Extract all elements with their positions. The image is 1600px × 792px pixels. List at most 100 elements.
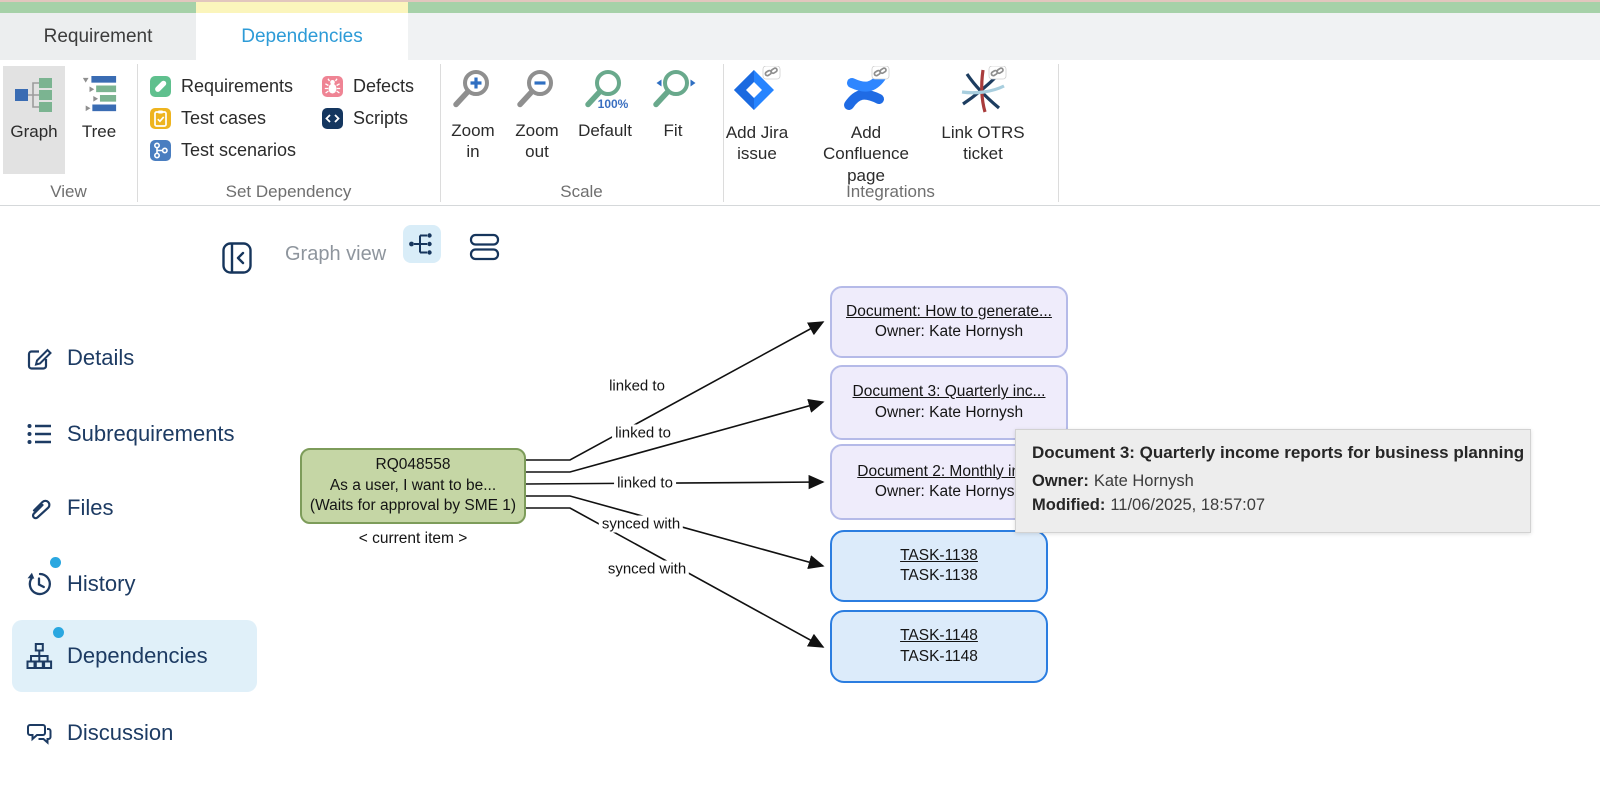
- link-badge-icon: [872, 66, 889, 79]
- confluence-icon: [841, 66, 891, 116]
- node-title-link[interactable]: Document: How to generate...: [846, 302, 1052, 322]
- ribbon-tab-bar: Requirement Dependencies: [0, 13, 1600, 60]
- active-tab-strip-yellow: [196, 2, 408, 13]
- current-node-summary: As a user, I want to be...: [330, 476, 496, 496]
- node-subtitle: Owner: Kate Hornysh: [875, 322, 1023, 342]
- sidebar-item-history[interactable]: History: [12, 561, 257, 607]
- zoom-out-button[interactable]: Zoom out: [506, 68, 568, 163]
- jira-icon: [732, 66, 782, 116]
- node-hover-tooltip: Document 3: Quarterly income reports for…: [1015, 429, 1531, 533]
- node-subtitle: Owner: Kate Hornysh: [875, 482, 1023, 502]
- mindmap-layout-icon: [407, 229, 437, 259]
- requirements-icon: [150, 76, 171, 97]
- test-scenarios-label: Test scenarios: [181, 140, 296, 161]
- group-label-view: View: [0, 182, 137, 202]
- sidebar-item-label: Files: [67, 495, 113, 521]
- group-label-integrations: Integrations: [723, 182, 1058, 202]
- node-title-link[interactable]: Document 2: Monthly inc...: [857, 462, 1041, 482]
- edge-linked-to-2: [526, 402, 823, 472]
- layout-list-toggle[interactable]: [466, 228, 504, 266]
- app-window: Requirement Dependencies Graph: [0, 0, 1600, 792]
- tooltip-owner-label: Owner:: [1032, 472, 1089, 490]
- subrequirements-icon: [25, 420, 53, 448]
- sidebar-item-subrequirements[interactable]: Subrequirements: [12, 412, 257, 456]
- tooltip-modified-row: Modified:11/06/2025, 18:57:07: [1032, 496, 1514, 515]
- dependency-node-task-1148[interactable]: TASK-1148 TASK-1148: [830, 610, 1048, 683]
- dependency-node-document-1[interactable]: Document: How to generate... Owner: Kate…: [830, 286, 1068, 358]
- test-cases-label: Test cases: [181, 108, 266, 129]
- defects-label: Defects: [353, 76, 414, 97]
- current-requirement-node[interactable]: RQ048558 As a user, I want to be... (Wai…: [300, 448, 526, 524]
- edge-label: linked to: [612, 425, 674, 442]
- tab-dependencies[interactable]: Dependencies: [196, 13, 408, 60]
- add-jira-issue-button[interactable]: Add Jira issue: [714, 66, 800, 165]
- zoom-out-icon: [513, 68, 561, 116]
- zoom-out-label: Zoom out: [511, 120, 563, 163]
- group-label-set-dependency: Set Dependency: [137, 182, 440, 202]
- graph-view-button[interactable]: Graph: [3, 66, 65, 174]
- link-badge-icon: [989, 66, 1006, 79]
- zoom-in-icon: [449, 68, 497, 116]
- tab-requirement[interactable]: Requirement: [0, 13, 196, 60]
- node-subtitle: Owner: Kate Hornysh: [875, 403, 1023, 423]
- edge-label: linked to: [614, 475, 676, 492]
- link-otrs-ticket-button[interactable]: Link OTRS ticket: [933, 66, 1033, 165]
- zoom-default-button[interactable]: 100% Default: [572, 68, 638, 141]
- group-label-scale: Scale: [440, 182, 723, 202]
- zoom-fit-label: Fit: [664, 120, 683, 141]
- graph-view-title: Graph view: [285, 243, 386, 266]
- group-separator: [1058, 64, 1059, 202]
- link-otrs-ticket-label: Link OTRS ticket: [935, 122, 1031, 165]
- tooltip-title: Document 3: Quarterly income reports for…: [1032, 443, 1514, 463]
- graph-button-label: Graph: [10, 122, 57, 142]
- node-subtitle: TASK-1138: [900, 566, 978, 586]
- scripts-icon: [322, 108, 343, 129]
- set-dependency-defects[interactable]: Defects: [322, 74, 414, 98]
- sidebar-item-label: History: [67, 571, 135, 597]
- zoom-in-button[interactable]: Zoom in: [442, 68, 504, 163]
- tree-icon: [80, 76, 118, 114]
- set-dependency-scripts[interactable]: Scripts: [322, 106, 408, 130]
- details-icon: [25, 344, 53, 372]
- add-confluence-page-label: Add Confluence page: [806, 122, 926, 186]
- sidebar-item-dependencies[interactable]: Dependencies: [12, 620, 257, 692]
- sidebar-item-label: Subrequirements: [67, 421, 235, 447]
- history-icon: [25, 570, 53, 598]
- sidebar-item-label: Dependencies: [67, 643, 208, 669]
- current-item-caption: < current item >: [359, 530, 468, 548]
- node-title-link[interactable]: TASK-1138: [900, 546, 978, 566]
- graph-icon: [14, 76, 54, 114]
- tooltip-modified-label: Modified:: [1032, 496, 1105, 514]
- zoom-in-label: Zoom in: [447, 120, 499, 163]
- edge-label: synced with: [605, 561, 689, 578]
- zoom-fit-icon: [649, 68, 697, 116]
- add-jira-issue-label: Add Jira issue: [716, 122, 798, 165]
- tooltip-owner-row: Owner:Kate Hornysh: [1032, 472, 1514, 491]
- discussion-icon: [25, 719, 53, 747]
- add-confluence-page-button[interactable]: Add Confluence page: [804, 66, 928, 186]
- set-dependency-test-scenarios[interactable]: Test scenarios: [150, 138, 296, 162]
- collapse-panel-button[interactable]: [222, 242, 252, 274]
- sidebar-item-label: Discussion: [67, 720, 173, 746]
- link-badge-icon: [763, 66, 780, 79]
- history-badge-dot: [50, 557, 61, 568]
- list-layout-icon: [469, 232, 501, 262]
- tree-view-button[interactable]: Tree: [70, 66, 128, 174]
- set-dependency-test-cases[interactable]: Test cases: [150, 106, 266, 130]
- sidebar-item-discussion[interactable]: Discussion: [12, 711, 257, 755]
- node-title-link[interactable]: Document 3: Quarterly inc...: [853, 382, 1046, 402]
- scripts-label: Scripts: [353, 108, 408, 129]
- layout-mindmap-toggle[interactable]: [403, 225, 441, 263]
- sidebar-item-files[interactable]: Files: [12, 486, 257, 530]
- sidebar-item-details[interactable]: Details: [12, 336, 257, 380]
- zoom-percent-badge: 100%: [598, 97, 629, 111]
- set-dependency-requirements[interactable]: Requirements: [150, 74, 293, 98]
- ribbon: Graph Tree View Requirements: [0, 60, 1600, 206]
- sidebar-item-label: Details: [67, 345, 134, 371]
- zoom-default-icon: 100%: [581, 68, 629, 116]
- zoom-fit-button[interactable]: Fit: [646, 68, 700, 141]
- current-node-status: (Waits for approval by SME 1): [310, 496, 516, 516]
- zoom-default-label: Default: [578, 120, 632, 141]
- dependency-node-task-1138[interactable]: TASK-1138 TASK-1138: [830, 530, 1048, 602]
- node-title-link[interactable]: TASK-1148: [900, 626, 978, 646]
